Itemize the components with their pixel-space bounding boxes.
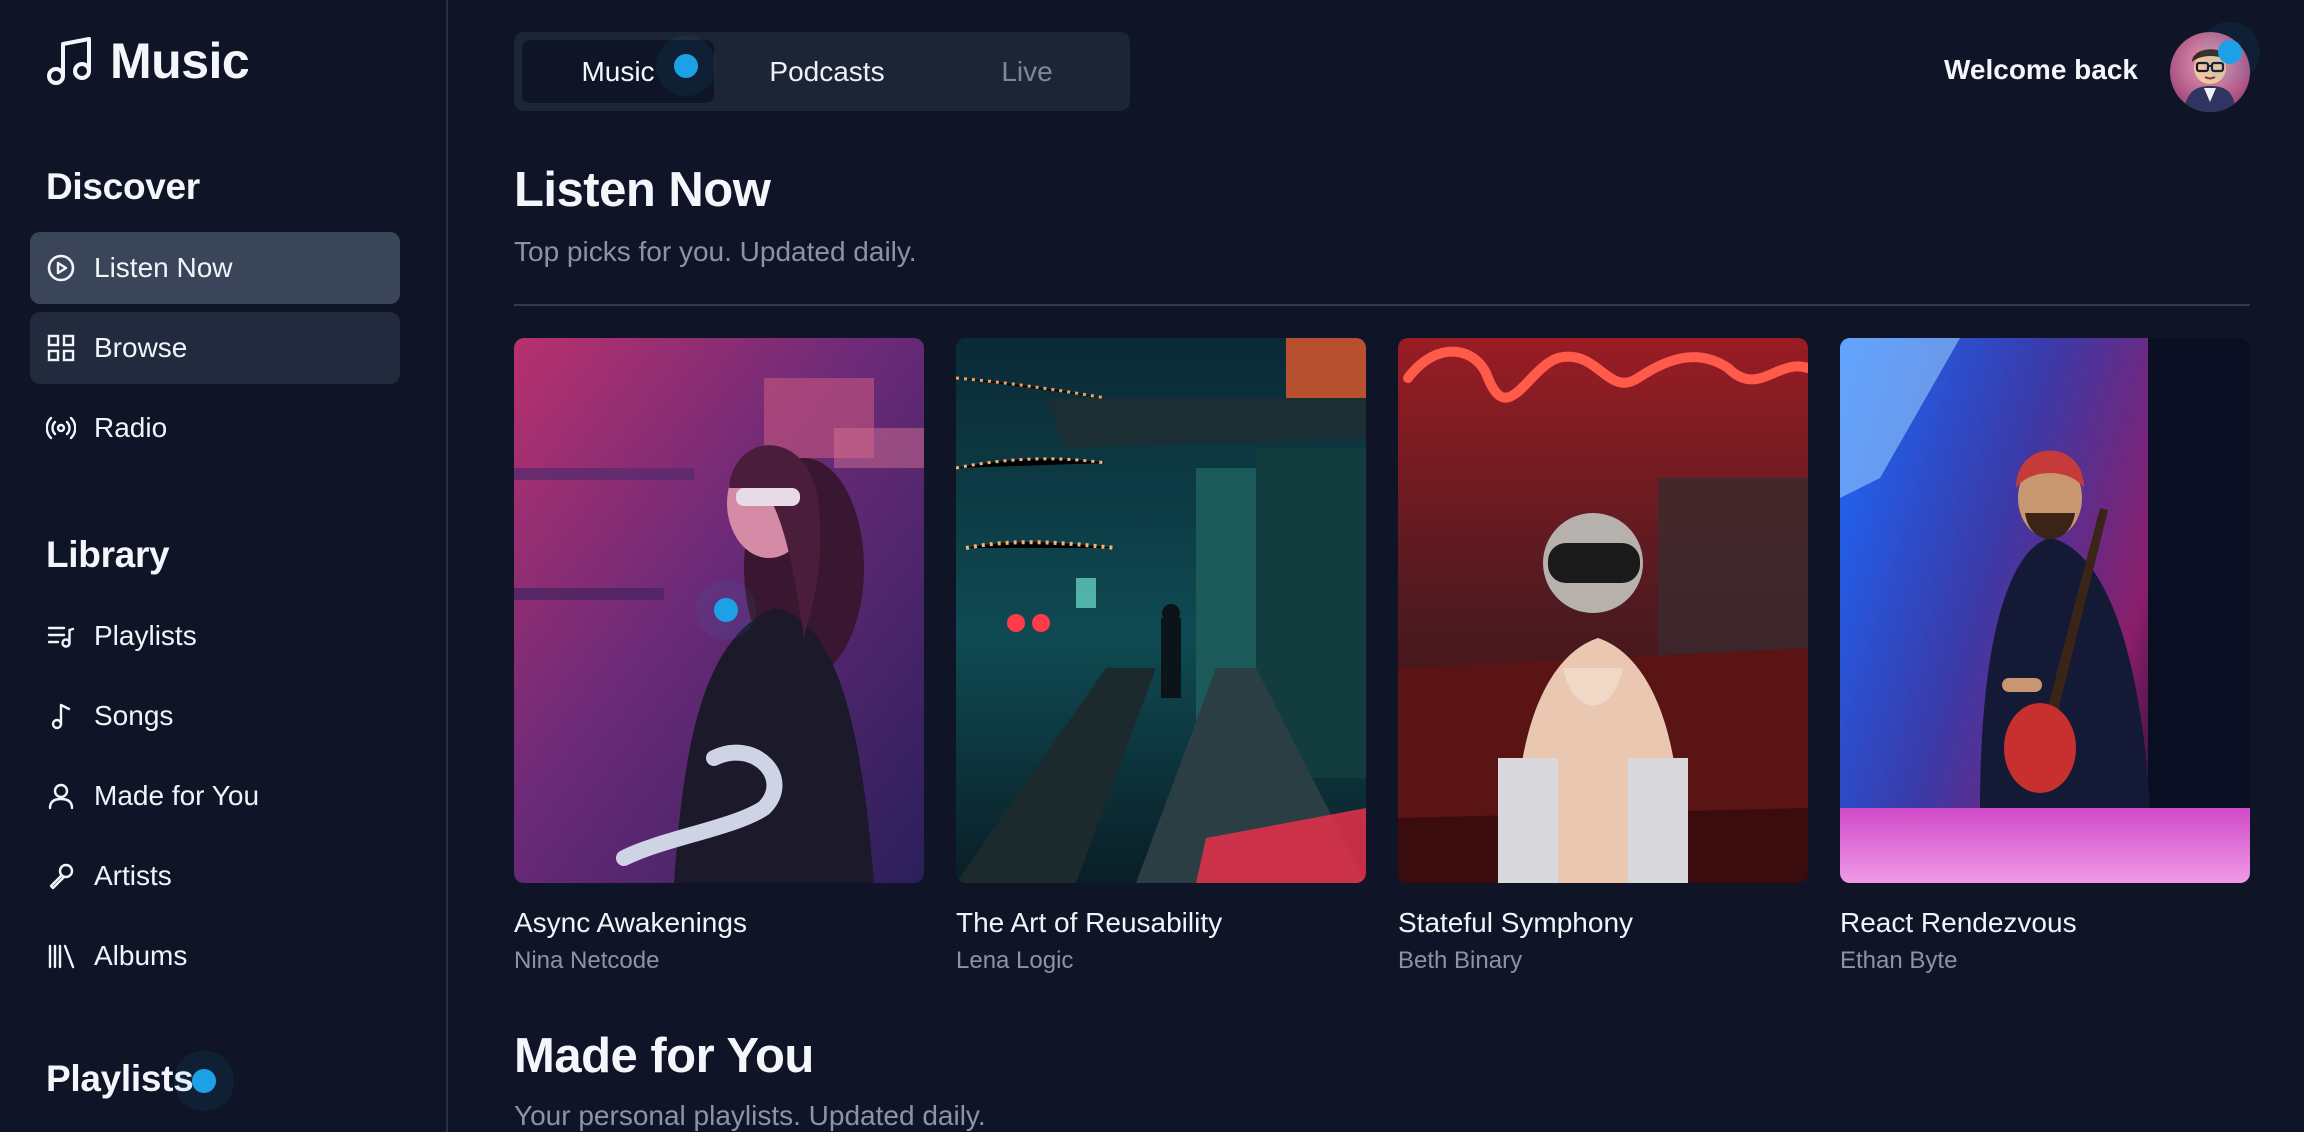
album-cover-image	[1840, 338, 2250, 883]
album-card[interactable]: React Rendezvous Ethan Byte	[1840, 338, 2250, 975]
album-artist[interactable]: Nina Netcode	[514, 947, 924, 975]
album-title[interactable]: Stateful Symphony	[1398, 907, 1808, 939]
listen-now-subtitle: Top picks for you. Updated daily.	[514, 236, 917, 267]
playlists-heading: Playlists	[46, 1058, 194, 1099]
music-note-icon	[51, 703, 71, 730]
made-for-you-subtitle: Your personal playlists. Updated daily.	[514, 1100, 986, 1131]
tab-live[interactable]: Live	[932, 40, 1122, 103]
made-for-you-title: Made for You	[514, 1029, 814, 1083]
microphone-icon	[49, 863, 74, 890]
sidebar-item-label: Artists	[94, 860, 172, 891]
sidebar-item-songs[interactable]: Songs	[30, 680, 400, 752]
library-heading: Library	[46, 534, 170, 575]
tab-label: Podcasts	[769, 55, 885, 87]
album-title[interactable]: React Rendezvous	[1840, 907, 2250, 939]
sidebar-item-label: Radio	[94, 412, 168, 443]
sidebar-item-artists[interactable]: Artists	[30, 840, 400, 912]
sidebar-item-browse[interactable]: Browse	[30, 312, 400, 384]
sidebar-item-label: Songs	[94, 700, 174, 731]
radio-icon	[46, 416, 76, 440]
sidebar-item-radio[interactable]: Radio	[30, 392, 400, 464]
welcome-text: Welcome back	[1943, 54, 2138, 85]
album-cover[interactable]	[1840, 338, 2250, 883]
playlist-icon	[47, 626, 75, 648]
sidebar-item-label: Made for You	[94, 780, 260, 811]
discover-heading: Discover	[46, 166, 200, 207]
album-artist[interactable]: Beth Binary	[1398, 947, 1808, 975]
music-logo-icon	[47, 37, 91, 85]
brand: Music	[46, 32, 250, 90]
sidebar-item-label: Albums	[94, 940, 188, 971]
brand-title: Music	[110, 33, 250, 89]
sidebar-item-made-for-you[interactable]: Made for You	[30, 760, 400, 832]
category-tabs: Music Podcasts Live	[514, 32, 1130, 111]
tab-label: Live	[1001, 55, 1053, 87]
album-cover-image	[956, 338, 1366, 883]
sidebar-item-playlists[interactable]: Playlists	[30, 600, 400, 672]
play-circle-icon	[47, 254, 75, 282]
album-artist[interactable]: Ethan Byte	[1840, 947, 2250, 975]
cursor-indicator-dot	[674, 54, 698, 78]
album-cover[interactable]	[956, 338, 1366, 883]
sidebar-item-albums[interactable]: Albums	[30, 920, 400, 992]
album-card[interactable]: The Art of Reusability Lena Logic	[956, 338, 1366, 975]
user-icon	[48, 783, 74, 810]
album-cover[interactable]	[1398, 338, 1808, 883]
music-app: Music Discover Listen Now Browse Radio L…	[0, 0, 2304, 1132]
listen-now-title: Listen Now	[514, 163, 771, 217]
sidebar-item-label: Playlists	[94, 620, 197, 651]
sidebar-item-label: Browse	[94, 332, 188, 363]
tab-podcasts[interactable]: Podcasts	[722, 40, 932, 103]
section-divider	[514, 304, 2250, 306]
album-cover-image	[1398, 338, 1808, 883]
album-title[interactable]: Async Awakenings	[514, 907, 924, 939]
album-card[interactable]: Stateful Symphony Beth Binary	[1398, 338, 1808, 975]
sidebar: Music Discover Listen Now Browse Radio L…	[0, 0, 448, 1132]
album-cover[interactable]	[514, 338, 924, 883]
sidebar-item-listen-now[interactable]: Listen Now	[30, 232, 400, 304]
cursor-indicator-dot	[192, 1069, 216, 1093]
grid-icon	[47, 334, 75, 362]
sidebar-item-label: Listen Now	[94, 252, 233, 283]
cursor-indicator-dot	[714, 598, 738, 622]
tab-label: Music	[581, 55, 655, 87]
cursor-indicator-dot	[2218, 40, 2242, 64]
album-title[interactable]: The Art of Reusability	[956, 907, 1366, 939]
library-icon	[48, 944, 75, 969]
album-card[interactable]: Async Awakenings Nina Netcode	[514, 338, 924, 975]
album-artist[interactable]: Lena Logic	[956, 947, 1366, 975]
